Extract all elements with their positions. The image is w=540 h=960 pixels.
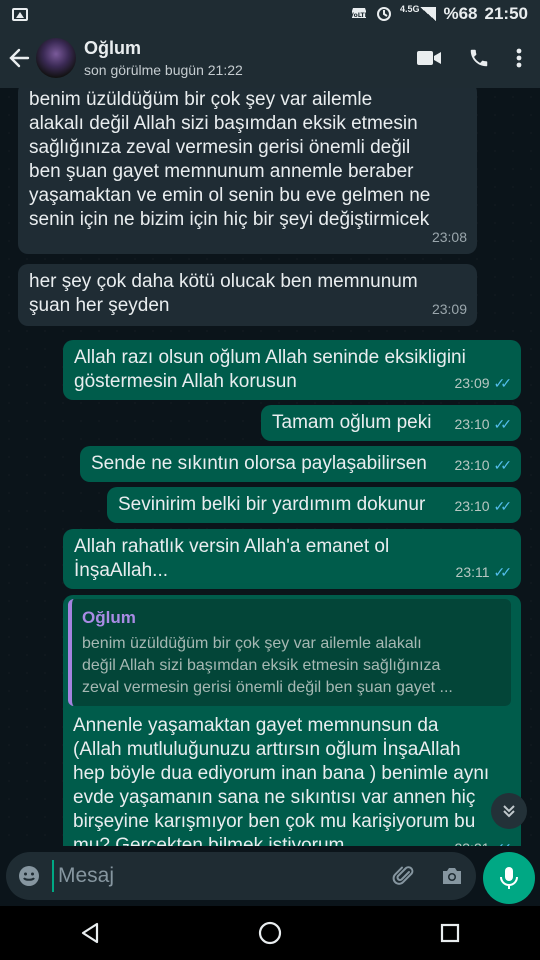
message-bubble[interactable]: Allah rahatlık versin Allah'a emanet ol … [63,529,521,589]
message-text: Allah razı olsun oğlum Allah seninde eks… [74,347,466,392]
alarm-icon [375,4,393,25]
message-time: 23:10 [454,416,490,432]
message-meta: 23:09 [432,297,467,321]
read-receipt-icon: ✓✓ [493,457,513,473]
nav-back-icon[interactable] [60,913,120,953]
message-time: 23:10 [454,457,490,473]
battery-level: %68 [443,4,478,23]
status-bar: VoLTE 4.5G %68 21:50 [0,0,540,28]
message-bubble[interactable]: her şey çok daha kötü olucak ben memnunu… [18,264,477,326]
header-actions [416,47,540,69]
message-input[interactable] [52,860,380,892]
read-receipt-icon: ✓✓ [494,836,513,846]
read-receipt-icon: ✓✓ [493,416,513,432]
message-meta: 23:11 ✓✓ [455,560,513,584]
message-text: benim üzüldüğüm bir çok şey var ailemle … [29,89,431,230]
quote-author: Oğlum [82,608,136,627]
message-bubble[interactable]: benim üzüldüğüm bir çok şey var ailemle … [18,88,477,254]
quote-text: benim üzüldüğüm bir çok şey var ailemle … [82,635,453,696]
more-vert-icon[interactable] [516,48,522,68]
message-meta: 23:10 ✓✓ [454,494,513,518]
read-receipt-icon: ✓✓ [493,564,513,580]
mic-icon [500,867,518,889]
avatar[interactable] [36,38,76,78]
chat-header: Oğlum son görülme bugün 21:22 [0,28,540,88]
attach-icon[interactable] [380,864,428,888]
quoted-message[interactable]: Oğlum benim üzüldüğüm bir çok şey var ai… [68,599,511,706]
phone-icon[interactable] [468,47,490,69]
svg-text:VoLTE: VoLTE [350,12,368,19]
contact-name: Oğlum [84,38,141,58]
gallery-icon [12,7,28,21]
signal-icon [420,7,437,21]
status-right: VoLTE 4.5G %68 21:50 [349,3,528,25]
back-arrow-icon[interactable] [2,47,36,69]
message-text: Annenle yaşamaktan gayet memnunsun da (A… [73,715,490,846]
message-meta: 23:21 ✓✓ [454,836,513,846]
message-bubble[interactable]: Oğlum benim üzüldüğüm bir çok şey var ai… [63,595,521,846]
message-time: 23:10 [454,498,490,514]
message-time: 23:08 [431,229,467,245]
message-meta: 23:10 ✓✓ [454,453,513,477]
message-bubble[interactable]: Tamam oğlum peki 23:10 ✓✓ [261,405,521,441]
last-seen: son görülme bugün 21:22 [84,62,243,78]
chat-area[interactable]: benim üzüldüğüm bir çok şey var ailemle … [0,88,540,846]
nav-home-icon[interactable] [240,913,300,953]
message-meta: 23:08 [432,225,467,249]
message-text: Sevinirim belki bir yardımım dokunur [118,494,426,515]
composer-bar [0,846,540,906]
system-nav-bar [0,906,540,960]
video-call-icon[interactable] [416,49,442,67]
status-left [12,7,28,21]
composer-pill [6,852,476,900]
message-text: her şey çok daha kötü olucak ben memnunu… [29,271,418,316]
read-receipt-icon: ✓✓ [493,375,513,391]
message-bubble[interactable]: Sevinirim belki bir yardımım dokunur 23:… [107,487,521,523]
message-meta: 23:09 ✓✓ [454,371,513,395]
emoji-icon[interactable] [6,864,52,888]
read-receipt-icon: ✓✓ [493,498,513,514]
nav-recents-icon[interactable] [420,913,480,953]
contact-info[interactable]: Oğlum son görülme bugün 21:22 [84,38,416,78]
message-time: 23:09 [454,375,490,391]
message-time: 23:11 [455,564,490,580]
message-text: Sende ne sıkıntın olorsa paylaşabilirsen [91,453,427,474]
message-bubble[interactable]: Allah razı olsun oğlum Allah seninde eks… [63,340,521,400]
message-meta: 23:10 ✓✓ [454,412,513,436]
message-time: 23:21 [454,836,489,846]
message-time: 23:09 [431,301,467,317]
mic-button[interactable] [483,852,535,904]
volte-icon: VoLTE [349,5,369,24]
message-text: Allah rahatlık versin Allah'a emanet ol … [74,536,390,581]
message-bubble[interactable]: Sende ne sıkıntın olorsa paylaşabilirsen… [80,446,521,482]
camera-icon[interactable] [428,865,476,887]
clock: 21:50 [484,4,528,23]
double-chevron-down-icon [503,805,515,818]
scroll-to-bottom-button[interactable] [491,793,527,829]
network-label: 4.5G [399,3,420,14]
